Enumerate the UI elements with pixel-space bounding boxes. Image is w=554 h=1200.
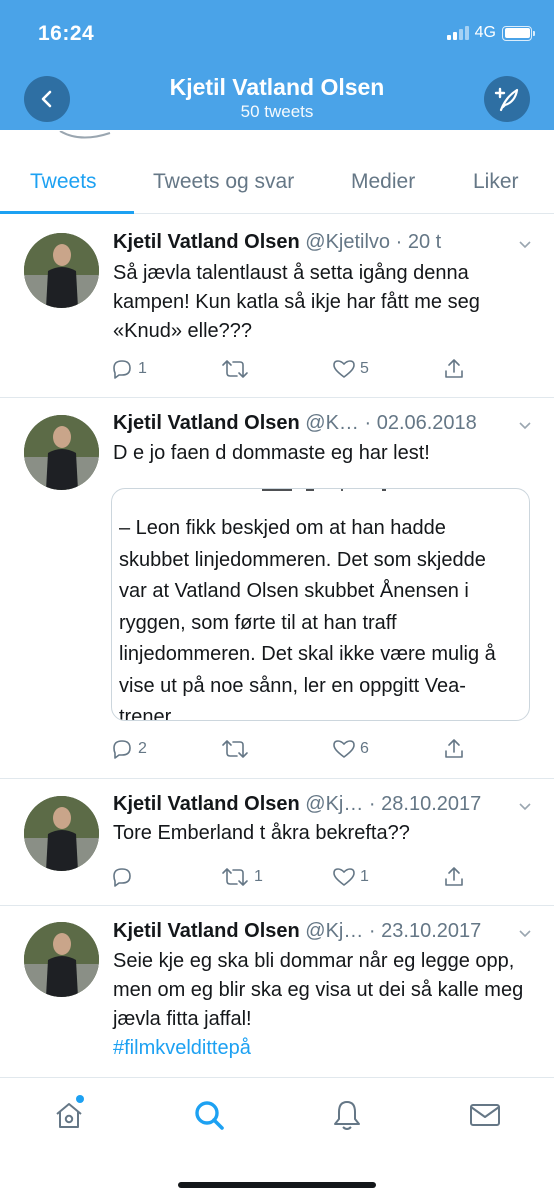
avatar[interactable] <box>24 922 99 997</box>
nav-search[interactable] <box>192 1098 226 1132</box>
header-peek <box>0 130 554 142</box>
messages-mail-icon <box>470 1104 500 1126</box>
retweet-button[interactable] <box>220 737 254 761</box>
status-indicators: 4G <box>446 24 535 42</box>
chevron-down-icon[interactable] <box>518 800 532 814</box>
tweet-text: D e jo faen d dommaste eg har lest! <box>113 442 430 464</box>
profile-header: 16:24 4G Kjetil Vatland Olsen 50 tweets <box>0 0 554 130</box>
tweet-text: Tore Emberland t åkra bekrefta?? <box>113 822 410 844</box>
share-icon <box>445 739 463 758</box>
quoted-text: – Leon fikk beskjed om at han hadde skub… <box>119 517 496 721</box>
share-button[interactable] <box>442 357 466 381</box>
tweet-actions: 2 6 <box>110 737 470 765</box>
compose-tweet-button[interactable] <box>484 76 530 122</box>
author-handle-time: @Kj… · 28.10.2017 <box>305 793 482 815</box>
bottom-tab-bar <box>0 1077 554 1200</box>
tweet-text: Så jævla talentlaust å setta igång denna… <box>113 262 480 342</box>
reply-icon <box>113 740 131 759</box>
tweet-header: Kjetil Vatland Olsen @K… · 02.06.2018 <box>113 412 477 435</box>
compose-feather-icon <box>494 87 519 112</box>
share-icon <box>445 867 463 886</box>
author-handle-time: @Kj… · 23.10.2017 <box>305 920 482 942</box>
new-content-dot <box>76 1095 84 1103</box>
tweet-actions: 1 5 <box>110 357 470 385</box>
retweet-icon <box>222 360 248 378</box>
author-name[interactable]: Kjetil Vatland Olsen <box>113 920 300 942</box>
retweet-count: 1 <box>254 868 263 885</box>
avatar[interactable] <box>24 233 99 308</box>
battery-icon <box>502 25 535 41</box>
avatar[interactable] <box>24 415 99 490</box>
reply-count: 1 <box>138 360 147 377</box>
share-button[interactable] <box>442 865 466 889</box>
author-handle-time: @Kjetilvo · 20 t <box>305 231 442 253</box>
reply-button[interactable]: 1 <box>110 357 147 381</box>
like-button[interactable]: 6 <box>332 737 369 761</box>
reply-icon <box>113 360 131 379</box>
tweet-text: Seie kje eg ska bli dommar når eg legge … <box>113 947 528 1063</box>
signal-icon <box>446 26 469 40</box>
tweet[interactable]: Kjetil Vatland Olsen @Kjetilvo · 20 t Så… <box>0 214 554 398</box>
profile-tabs: Tweets Tweets og svar Medier Liker <box>0 152 554 214</box>
home-indicator <box>178 1182 376 1188</box>
author-handle-time: @K… · 02.06.2018 <box>305 412 477 434</box>
reply-count: 2 <box>138 740 147 757</box>
nav-home[interactable] <box>52 1095 86 1132</box>
tweet[interactable]: Kjetil Vatland Olsen @Kj… · 28.10.2017 T… <box>0 779 554 906</box>
tweet-header: Kjetil Vatland Olsen @Kj… · 28.10.2017 <box>113 793 481 816</box>
home-icon <box>56 1103 82 1128</box>
retweet-icon <box>222 740 248 758</box>
tweet-count: 50 tweets <box>240 102 314 121</box>
notifications-bell-icon <box>334 1101 360 1130</box>
profile-title: Kjetil Vatland Olsen 50 tweets <box>0 74 554 122</box>
network-label: 4G <box>474 24 496 41</box>
retweet-icon <box>222 868 248 886</box>
chevron-down-icon[interactable] <box>518 419 532 433</box>
like-heart-icon <box>333 740 355 758</box>
share-button[interactable] <box>442 737 466 761</box>
like-button[interactable]: 5 <box>332 357 369 381</box>
profile-name: Kjetil Vatland Olsen <box>169 74 385 100</box>
retweet-button[interactable] <box>220 357 254 381</box>
status-time: 16:24 <box>38 22 95 45</box>
chevron-down-icon[interactable] <box>518 927 532 941</box>
cropped-text-top <box>232 489 432 491</box>
tweet-header: Kjetil Vatland Olsen @Kj… · 23.10.2017 <box>113 920 481 943</box>
like-count: 1 <box>360 868 369 885</box>
like-heart-icon <box>333 360 355 378</box>
like-count: 5 <box>360 360 369 377</box>
nav-messages[interactable] <box>468 1098 502 1132</box>
tab-likes[interactable]: Liker <box>473 170 519 194</box>
like-heart-icon <box>333 868 355 886</box>
nav-notifications[interactable] <box>330 1098 364 1132</box>
tweet-actions: 1 1 <box>110 865 470 893</box>
search-icon <box>195 1101 224 1130</box>
reply-button[interactable] <box>110 865 138 889</box>
tab-tweets[interactable]: Tweets <box>30 170 97 194</box>
tweet[interactable]: Kjetil Vatland Olsen @Kj… · 23.10.2017 S… <box>0 906 554 1077</box>
status-bar: 16:24 4G <box>0 22 554 48</box>
tab-media[interactable]: Medier <box>351 170 415 194</box>
author-name[interactable]: Kjetil Vatland Olsen <box>113 231 300 253</box>
reply-button[interactable]: 2 <box>110 737 147 761</box>
tweet-header: Kjetil Vatland Olsen @Kjetilvo · 20 t <box>113 231 441 254</box>
like-count: 6 <box>360 740 369 757</box>
avatar[interactable] <box>24 796 99 871</box>
tweet-text-body: Seie kje eg ska bli dommar når eg legge … <box>113 950 524 1030</box>
reply-icon <box>113 868 131 887</box>
author-name[interactable]: Kjetil Vatland Olsen <box>113 412 300 434</box>
retweet-button[interactable]: 1 <box>220 865 263 889</box>
like-button[interactable]: 1 <box>332 865 369 889</box>
hashtag-link[interactable]: #filmkveldittepå <box>113 1037 251 1059</box>
author-name[interactable]: Kjetil Vatland Olsen <box>113 793 300 815</box>
tab-tweets-and-replies[interactable]: Tweets og svar <box>153 170 294 194</box>
quoted-content-card[interactable]: – Leon fikk beskjed om at han hadde skub… <box>111 488 530 721</box>
share-icon <box>445 359 463 378</box>
chevron-down-icon[interactable] <box>518 238 532 252</box>
